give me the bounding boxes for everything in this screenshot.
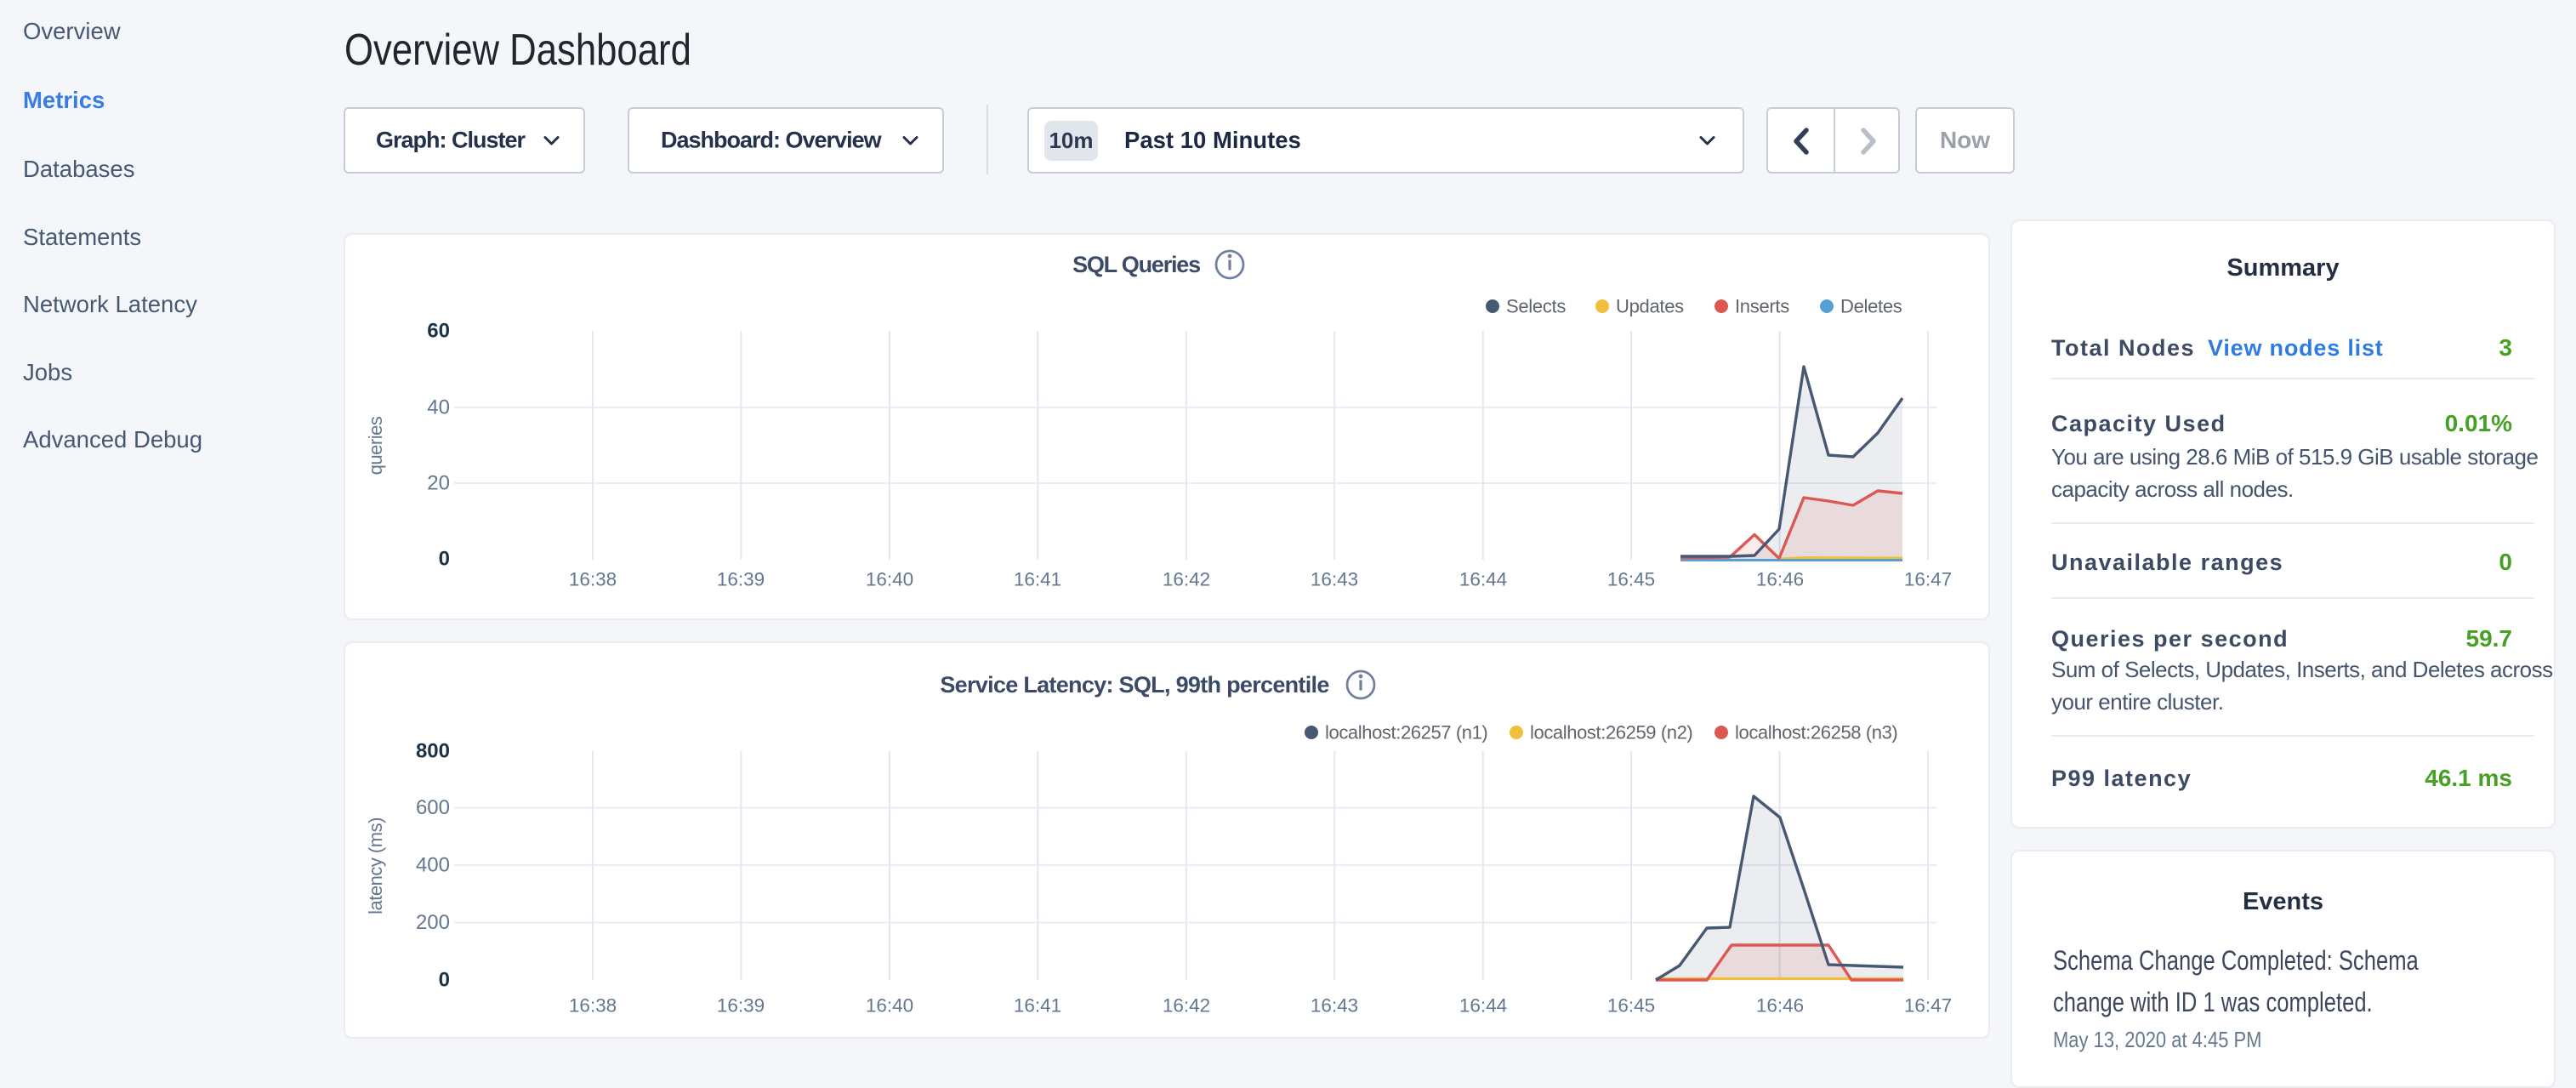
svg-text:16:47: 16:47 [1904,569,1952,590]
svg-text:200: 200 [416,911,450,934]
svg-text:16:44: 16:44 [1459,995,1507,1017]
svg-text:40: 40 [427,396,450,419]
svg-text:20: 20 [427,472,450,495]
svg-text:queries: queries [365,416,386,475]
svg-text:16:40: 16:40 [866,995,913,1017]
svg-text:16:44: 16:44 [1459,569,1507,590]
svg-text:16:38: 16:38 [569,569,617,590]
svg-text:0: 0 [439,969,450,992]
svg-text:latency (ms): latency (ms) [365,817,386,914]
svg-text:0: 0 [439,548,450,571]
svg-text:Deletes: Deletes [1840,296,1902,317]
svg-text:Inserts: Inserts [1735,296,1789,317]
svg-text:16:42: 16:42 [1163,995,1210,1017]
svg-text:16:41: 16:41 [1014,569,1061,590]
svg-text:16:42: 16:42 [1163,569,1210,590]
svg-text:Updates: Updates [1616,296,1684,317]
svg-text:16:46: 16:46 [1756,569,1804,590]
svg-text:localhost:26257 (n1): localhost:26257 (n1) [1325,722,1487,743]
svg-text:16:47: 16:47 [1904,995,1952,1017]
svg-text:SQL Queries: SQL Queries [1072,252,1200,277]
svg-text:localhost:26258 (n3): localhost:26258 (n3) [1735,722,1897,743]
svg-text:Selects: Selects [1506,296,1566,317]
svg-text:60: 60 [427,320,450,343]
svg-text:16:39: 16:39 [717,569,765,590]
svg-text:16:43: 16:43 [1311,995,1358,1017]
svg-text:400: 400 [416,854,450,877]
svg-text:16:46: 16:46 [1756,995,1804,1017]
svg-text:600: 600 [416,796,450,819]
svg-text:Service Latency: SQL, 99th per: Service Latency: SQL, 99th percentile [940,672,1329,698]
svg-text:800: 800 [416,740,450,763]
svg-text:16:41: 16:41 [1014,995,1061,1017]
svg-text:16:39: 16:39 [717,995,765,1017]
svg-text:16:43: 16:43 [1311,569,1358,590]
svg-text:16:45: 16:45 [1607,569,1655,590]
svg-text:16:38: 16:38 [569,995,617,1017]
svg-text:localhost:26259 (n2): localhost:26259 (n2) [1530,722,1692,743]
svg-text:16:40: 16:40 [866,569,913,590]
svg-text:16:45: 16:45 [1607,995,1655,1017]
